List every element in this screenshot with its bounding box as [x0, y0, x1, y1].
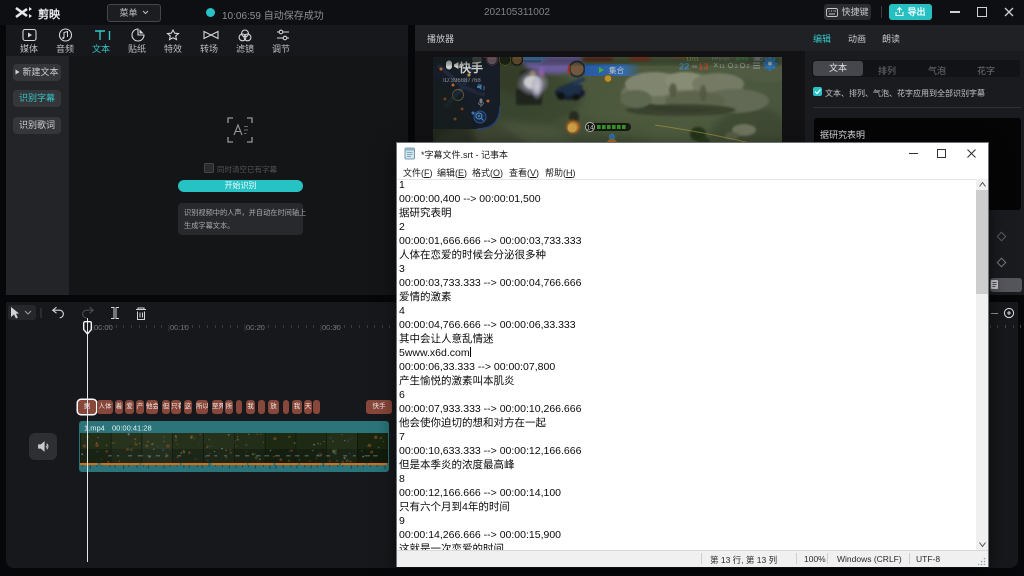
svg-text:00:00:41:28: 00:00:41:28 — [112, 424, 152, 433]
